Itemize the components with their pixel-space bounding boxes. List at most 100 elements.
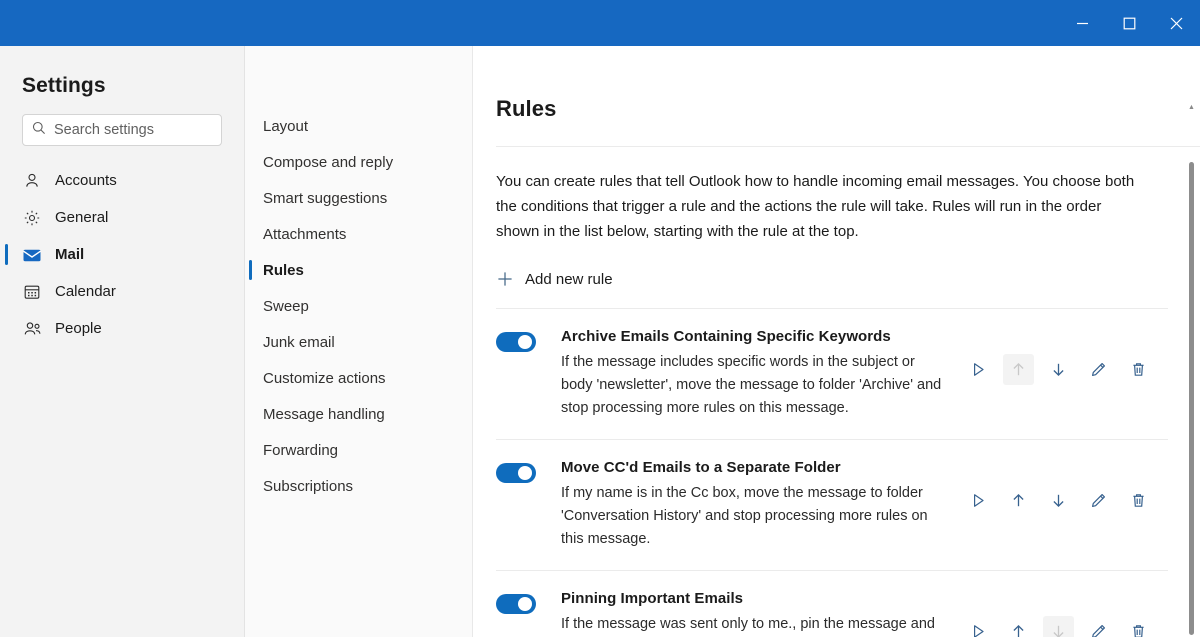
rule-enabled-toggle[interactable] bbox=[496, 594, 536, 614]
rules-scroll-area: You can create rules that tell Outlook h… bbox=[473, 147, 1200, 637]
rule-body: Pinning Important Emails If the message … bbox=[536, 590, 953, 637]
move-rule-down-button[interactable] bbox=[1043, 354, 1074, 385]
sidebar-item-label: Accounts bbox=[55, 172, 117, 189]
subnav-item-smart-suggestions[interactable]: Smart suggestions bbox=[245, 180, 472, 216]
rule-item: Move CC'd Emails to a Separate Folder If… bbox=[496, 440, 1168, 571]
search-settings-box[interactable] bbox=[22, 114, 222, 146]
settings-title: Settings bbox=[22, 74, 106, 97]
minimize-button[interactable] bbox=[1059, 0, 1106, 46]
window-body: Settings Accounts bbox=[0, 46, 1200, 637]
subnav-item-label: Subscriptions bbox=[263, 477, 354, 495]
sidebar-nav: Accounts General Mail Calendar People bbox=[0, 162, 244, 347]
sidebar-item-accounts[interactable]: Accounts bbox=[0, 162, 244, 199]
move-rule-down-button bbox=[1043, 616, 1074, 637]
subnav-item-label: Rules bbox=[263, 261, 304, 279]
rules-content: You can create rules that tell Outlook h… bbox=[473, 147, 1184, 637]
run-rule-button[interactable] bbox=[963, 485, 994, 516]
run-rule-button[interactable] bbox=[963, 616, 994, 637]
rule-name: Move CC'd Emails to a Separate Folder bbox=[561, 459, 841, 476]
subnav-item-label: Smart suggestions bbox=[263, 189, 388, 207]
plus-icon bbox=[496, 270, 514, 288]
subnav-item-label: Message handling bbox=[263, 405, 385, 423]
rules-list: Archive Emails Containing Specific Keywo… bbox=[496, 309, 1184, 637]
rule-description: If the message was sent only to me., pin… bbox=[561, 616, 935, 632]
calendar-icon bbox=[22, 282, 42, 302]
subnav-item-label: Junk email bbox=[263, 333, 335, 351]
add-new-rule-button[interactable]: Add new rule bbox=[496, 266, 619, 292]
subnav-item-junk-email[interactable]: Junk email bbox=[245, 324, 472, 360]
move-rule-up-button[interactable] bbox=[1003, 485, 1034, 516]
rule-name: Archive Emails Containing Specific Keywo… bbox=[561, 328, 891, 345]
rule-item: Pinning Important Emails If the message … bbox=[496, 571, 1168, 637]
move-rule-up-button bbox=[1003, 354, 1034, 385]
subnav-item-message-handling[interactable]: Message handling bbox=[245, 396, 472, 432]
sidebar-item-label: People bbox=[55, 320, 102, 337]
subnav-item-label: Layout bbox=[263, 117, 309, 135]
rules-header: Rules bbox=[473, 46, 1200, 147]
sidebar-item-label: General bbox=[55, 209, 109, 226]
subnav-item-compose-and-reply[interactable]: Compose and reply bbox=[245, 144, 472, 180]
scrollbar-thumb[interactable] bbox=[1189, 162, 1194, 635]
rules-description: You can create rules that tell Outlook h… bbox=[496, 173, 1135, 240]
settings-window: Settings Accounts bbox=[0, 0, 1200, 637]
rule-body: Archive Emails Containing Specific Keywo… bbox=[536, 328, 953, 420]
person-icon bbox=[22, 171, 42, 191]
toggle-knob bbox=[518, 335, 532, 349]
subnav-item-forwarding[interactable]: Forwarding bbox=[245, 432, 472, 468]
add-new-rule-label: Add new rule bbox=[525, 270, 613, 288]
rule-body: Move CC'd Emails to a Separate Folder If… bbox=[536, 459, 953, 551]
delete-rule-button[interactable] bbox=[1123, 485, 1154, 516]
subnav-item-label: Attachments bbox=[263, 225, 347, 243]
sidebar-item-people[interactable]: People bbox=[0, 310, 244, 347]
subnav-item-subscriptions[interactable]: Subscriptions bbox=[245, 468, 472, 504]
close-button[interactable] bbox=[1153, 0, 1200, 46]
rule-item: Archive Emails Containing Specific Keywo… bbox=[496, 309, 1168, 440]
sidebar-item-mail[interactable]: Mail bbox=[0, 236, 244, 273]
subnav-item-label: Sweep bbox=[263, 297, 309, 315]
scroll-up-arrow[interactable]: ▲ bbox=[1188, 104, 1195, 111]
settings-sidebar: Settings Accounts bbox=[0, 46, 245, 637]
rule-actions bbox=[953, 459, 1168, 516]
edit-rule-button[interactable] bbox=[1083, 354, 1114, 385]
rule-enabled-toggle[interactable] bbox=[496, 332, 536, 352]
move-rule-up-button[interactable] bbox=[1003, 616, 1034, 637]
delete-rule-button[interactable] bbox=[1123, 616, 1154, 637]
rule-enabled-toggle[interactable] bbox=[496, 463, 536, 483]
rule-actions bbox=[953, 590, 1168, 637]
sidebar-item-label: Mail bbox=[55, 246, 85, 263]
subnav-item-rules[interactable]: Rules bbox=[245, 252, 472, 288]
subnav-item-label: Forwarding bbox=[263, 441, 339, 459]
sidebar-item-calendar[interactable]: Calendar bbox=[0, 273, 244, 310]
search-icon bbox=[32, 121, 46, 140]
toggle-knob bbox=[518, 466, 532, 480]
subnav-item-sweep[interactable]: Sweep bbox=[245, 288, 472, 324]
rule-name: Pinning Important Emails bbox=[561, 590, 744, 607]
scrollbar-track[interactable] bbox=[1185, 115, 1198, 637]
delete-rule-button[interactable] bbox=[1123, 354, 1154, 385]
subnav-item-layout[interactable]: Layout bbox=[245, 108, 472, 144]
rules-panel: Rules You can create rules that tell Out… bbox=[473, 46, 1200, 637]
people-icon bbox=[22, 319, 42, 339]
gear-icon bbox=[22, 208, 42, 228]
search-wrapper bbox=[0, 98, 244, 146]
edit-rule-button[interactable] bbox=[1083, 485, 1114, 516]
sidebar-item-label: Calendar bbox=[55, 283, 116, 300]
subnav-item-customize-actions[interactable]: Customize actions bbox=[245, 360, 472, 396]
rule-description: If the message includes specific words i… bbox=[561, 354, 942, 416]
envelope-icon bbox=[22, 245, 42, 265]
search-input[interactable] bbox=[54, 122, 212, 138]
toggle-knob bbox=[518, 597, 532, 611]
move-rule-down-button[interactable] bbox=[1043, 485, 1074, 516]
mail-subnav: Layout Compose and reply Smart suggestio… bbox=[245, 46, 473, 637]
title-bar bbox=[0, 0, 1200, 46]
subnav-item-attachments[interactable]: Attachments bbox=[245, 216, 472, 252]
rule-description: If my name is in the Cc box, move the me… bbox=[561, 485, 928, 547]
sidebar-item-general[interactable]: General bbox=[0, 199, 244, 236]
page-title: Rules bbox=[496, 96, 557, 121]
subnav-item-label: Customize actions bbox=[263, 369, 386, 387]
vertical-scrollbar[interactable]: ▲ bbox=[1185, 102, 1198, 637]
maximize-button[interactable] bbox=[1106, 0, 1153, 46]
rule-actions bbox=[953, 328, 1168, 385]
edit-rule-button[interactable] bbox=[1083, 616, 1114, 637]
run-rule-button[interactable] bbox=[963, 354, 994, 385]
